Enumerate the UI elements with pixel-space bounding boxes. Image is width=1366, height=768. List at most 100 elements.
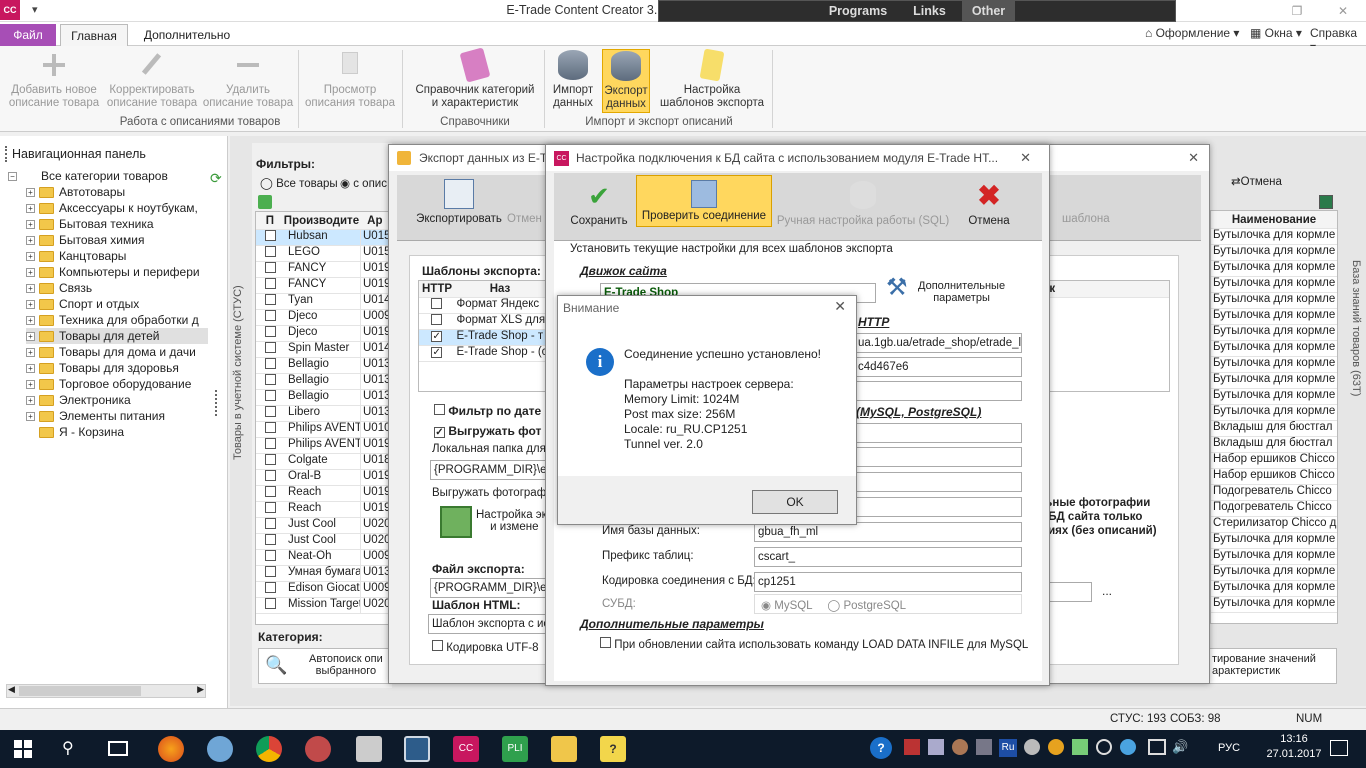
kb-row[interactable]: Бутылочка для кормле [1211,309,1337,325]
tray-icon-4[interactable] [976,739,992,755]
table-row[interactable]: Libero U013 [256,406,391,422]
expand-icon[interactable]: + [26,299,35,309]
task-view-icon[interactable] [108,741,128,756]
table-row[interactable]: Hubsan U015 [256,230,391,246]
table-row[interactable]: Neat-Oh U009 [256,550,391,566]
input-language[interactable]: РУС [1218,742,1240,754]
expand-icon[interactable]: + [26,395,35,405]
export-templates-button[interactable]: Настройка шаблонов экспорта [654,48,770,110]
row-checkbox[interactable] [264,278,276,289]
tree-item[interactable]: + Торговое оборудование [26,376,208,392]
expand-icon[interactable]: + [26,203,35,213]
tree-item[interactable]: + Компьютеры и перифери [26,264,208,280]
row-checkbox[interactable] [264,438,276,449]
tray-icon-2[interactable] [928,739,944,755]
tree-item[interactable]: + Спорт и отдых [26,296,208,312]
radio-with-description[interactable]: ◉ с опис [340,176,387,190]
kb-row[interactable]: Набор ершиков Chicco [1211,469,1337,485]
kb-row[interactable]: Бутылочка для кормле [1211,245,1337,261]
table-row[interactable]: Philips AVENT U019 [256,438,391,454]
tree-item[interactable]: + Элементы питания [26,408,208,424]
expand-icon[interactable]: + [26,219,35,229]
expand-icon[interactable]: + [26,363,35,373]
export-photos-checkbox[interactable]: ✓ Выгружать фот [434,424,541,438]
kb-row[interactable]: Бутылочка для кормле [1211,533,1337,549]
autosearch-button[interactable]: 🔍 Автопоиск опи выбранного [258,648,392,684]
table-row[interactable]: Djeco U009 [256,310,391,326]
calculator-icon[interactable] [356,736,382,762]
tree-item[interactable]: + Товары для дома и дачи [26,344,208,360]
kb-cancel-button[interactable]: ⇄Отмена [1231,174,1282,188]
tree-item[interactable]: + Бытовая химия [26,232,208,248]
tab-additional[interactable]: Дополнительно [136,24,238,46]
col-template-name[interactable]: Наз [455,283,545,295]
row-checkbox[interactable] [264,310,276,321]
kb-row[interactable]: Бутылочка для кормле [1211,277,1337,293]
row-checkbox[interactable] [264,470,276,481]
table-row[interactable]: Djeco U019 [256,326,391,342]
tree-root[interactable]: − Все категории товаров [8,168,208,184]
filter-date-checkbox[interactable]: Фильтр по дате [434,404,541,418]
export-data-button[interactable]: Экспорт данных [602,49,650,113]
messenger-icon[interactable] [207,736,233,762]
kb-export-icon[interactable] [1319,195,1333,209]
table-row[interactable]: Tyan U014 [256,294,391,310]
tray-icon-3[interactable] [952,739,968,755]
links-tab[interactable]: Links [903,1,956,21]
row-checkbox[interactable] [264,454,276,465]
kb-row[interactable]: Подогреватель Chicco [1211,501,1337,517]
row-checkbox[interactable] [264,422,276,433]
kb-row[interactable]: Бутылочка для кормле [1211,405,1337,421]
kb-row[interactable]: Бутылочка для кормле [1211,357,1337,373]
expand-icon[interactable]: + [26,347,35,357]
tree-item[interactable]: + Связь [26,280,208,296]
row-checkbox[interactable] [264,486,276,497]
expand-icon[interactable]: + [26,331,35,341]
help-tray-icon[interactable]: ? [870,737,892,759]
db-name-input[interactable]: gbua_fh_ml [754,522,1022,542]
row-checkbox[interactable] [264,342,276,353]
encoding-input[interactable]: cp1251 [754,572,1022,592]
kb-row[interactable]: Вкладыш для бюстгал [1211,437,1337,453]
html-template-select[interactable]: Шаблон экспорта с исг [428,614,548,634]
categories-directory-button[interactable]: Справочник категорий и характеристик [408,47,542,110]
kb-row[interactable]: Бутылочка для кормле [1211,549,1337,565]
table-row[interactable]: Reach U019 [256,502,391,518]
row-checkbox[interactable] [264,502,276,513]
row-checkbox[interactable] [264,598,276,609]
paint-icon[interactable] [305,736,331,762]
kb-col-name[interactable]: Наименование [1211,211,1337,229]
kb-row[interactable]: Бутылочка для кормле [1211,325,1337,341]
row-checkbox[interactable] [264,406,276,417]
file-explorer-icon[interactable] [551,736,577,762]
col-http[interactable]: HTTP [419,283,455,295]
template-checkbox[interactable] [431,298,443,309]
row-checkbox[interactable] [264,390,276,401]
table-row[interactable]: Oral-B U019 [256,470,391,486]
tree-item[interactable]: + Аксессуары к ноутбукам, [26,200,208,216]
kb-row[interactable]: Бутылочка для кормле [1211,565,1337,581]
extra-params-button[interactable]: Дополнительные параметры [918,280,1005,304]
import-data-button[interactable]: Импорт данных [548,50,598,110]
row-checkbox[interactable] [264,294,276,305]
export-file-input[interactable]: {PROGRAMM_DIR}\exp [430,578,548,598]
table-row[interactable]: Mission Target U020 [256,598,391,614]
row-checkbox[interactable] [264,326,276,337]
ok-button[interactable]: OK [752,490,838,514]
expand-icon[interactable]: + [26,411,35,421]
tray-icon-5[interactable] [1024,739,1040,755]
tree-item[interactable]: + Автотовары [26,184,208,200]
help-app-icon[interactable]: ? [600,736,626,762]
row-checkbox[interactable] [264,262,276,273]
table-row[interactable]: Bellagio U013 [256,374,391,390]
apply-all-checkbox-label[interactable]: Установить текущие настройки для всех ша… [570,243,893,255]
tree-item[interactable]: + Техника для обработки д [26,312,208,328]
close-icon[interactable]: ✕ [834,298,846,315]
app-icon[interactable]: CC [0,0,20,20]
notification-icon[interactable] [1330,740,1348,756]
display-icon[interactable] [1148,739,1166,755]
tree-item[interactable]: + Товары для детей [26,328,208,344]
empty-input-1[interactable] [854,381,1022,401]
tray-icon-6[interactable] [1048,739,1064,755]
kb-row[interactable]: Подогреватель Chicco [1211,485,1337,501]
